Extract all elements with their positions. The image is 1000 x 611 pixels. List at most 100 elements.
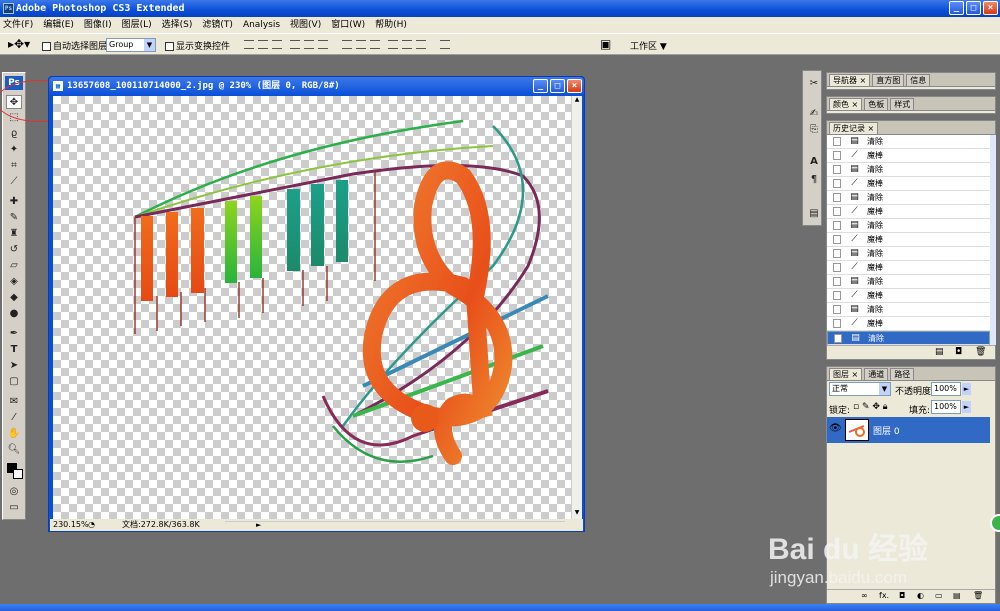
shape-tool-icon[interactable]: ▢ — [6, 375, 22, 389]
close-button[interactable]: × — [983, 1, 998, 15]
link-layers-icon[interactable]: ∞ — [861, 591, 868, 600]
brush-tool-icon[interactable]: ✎ — [6, 211, 22, 225]
menu-file[interactable]: 文件(F) — [3, 17, 39, 33]
layer-style-icon[interactable]: fx. — [879, 591, 889, 600]
history-state[interactable]: ⟋ 魔棒 — [827, 261, 990, 275]
tab-paths[interactable]: 路径 — [890, 368, 915, 380]
tab-channels[interactable]: 通道 — [864, 368, 889, 380]
tab-layers[interactable]: 图层 × — [829, 368, 863, 380]
doc-close-button[interactable]: × — [567, 79, 582, 93]
document-title-bar[interactable]: ▦ 13657608_100110714000_2.jpg @ 230% (图层… — [49, 77, 584, 96]
history-state[interactable]: ▤ 清除 — [827, 275, 990, 289]
brushes-icon[interactable]: ✍ — [806, 107, 822, 121]
tab-color[interactable]: 颜色 × — [829, 98, 863, 110]
distribute-right-icon[interactable] — [416, 40, 426, 49]
delete-state-icon[interactable]: 🗑︎ — [975, 347, 986, 357]
align-top-icon[interactable] — [244, 40, 254, 49]
history-state[interactable]: ▤ 清除 — [827, 219, 990, 233]
history-state[interactable]: ⟋ 魔棒 — [827, 205, 990, 219]
distribute-top-icon[interactable] — [342, 40, 352, 49]
distribute-bottom-icon[interactable] — [370, 40, 380, 49]
distribute-vcenter-icon[interactable] — [356, 40, 366, 49]
history-brush-source-checkbox[interactable] — [833, 291, 841, 300]
workspace-button[interactable]: 工作区 ▼ — [630, 39, 667, 52]
menu-help[interactable]: 帮助(H) — [375, 17, 413, 33]
history-state[interactable]: ▤ 清除 — [827, 247, 990, 261]
menu-layer[interactable]: 图层(L) — [122, 17, 158, 33]
opacity-arrow-icon[interactable]: ► — [962, 383, 971, 395]
history-brush-source-checkbox[interactable] — [833, 151, 841, 160]
history-brush-source-checkbox[interactable] — [833, 235, 841, 244]
move-tool-preset-icon[interactable]: ▸✥▾ — [8, 37, 30, 51]
auto-select-dropdown[interactable]: Group ▼ — [106, 38, 156, 52]
maximize-button[interactable]: □ — [966, 1, 981, 15]
history-brush-source-checkbox[interactable] — [833, 193, 841, 202]
menu-analysis[interactable]: Analysis — [243, 17, 286, 33]
auto-align-icon[interactable] — [440, 40, 450, 49]
menu-image[interactable]: 图像(I) — [84, 17, 118, 33]
align-vcenter-icon[interactable] — [258, 40, 268, 49]
history-state[interactable]: ⟋ 魔棒 — [827, 177, 990, 191]
layer-comps-icon[interactable]: ▤ — [806, 207, 822, 221]
history-brush-source-checkbox[interactable] — [833, 207, 841, 216]
align-right-icon[interactable] — [318, 40, 328, 49]
align-bottom-icon[interactable] — [272, 40, 282, 49]
new-group-icon[interactable]: ▭ — [935, 591, 943, 600]
history-state[interactable]: ⟋ 魔棒 — [827, 233, 990, 247]
tab-swatches[interactable]: 色板 — [864, 98, 889, 110]
history-state[interactable]: ⟋ 魔棒 — [827, 149, 990, 163]
eye-icon[interactable]: 👁︎ — [829, 423, 842, 434]
tab-navigator[interactable]: 导航器 × — [829, 74, 871, 86]
status-menu-icon[interactable]: ◔ — [88, 519, 102, 531]
eyedropper-icon[interactable]: ⁄ — [6, 411, 22, 425]
menu-filter[interactable]: 滤镜(T) — [202, 17, 239, 33]
tab-info[interactable]: 信息 — [906, 74, 931, 86]
history-state[interactable]: ⟋ 魔棒 — [827, 317, 990, 331]
eraser-tool-icon[interactable]: ▱ — [6, 259, 22, 273]
layer-mask-icon[interactable]: ◘ — [899, 591, 905, 600]
fill-arrow-icon[interactable]: ► — [962, 401, 971, 413]
character-icon[interactable]: A — [806, 155, 822, 169]
distribute-hcenter-icon[interactable] — [402, 40, 412, 49]
tool-presets-icon[interactable]: ✂ — [806, 77, 822, 91]
history-state[interactable]: ▤ 清除 — [827, 303, 990, 317]
canvas[interactable] — [53, 96, 571, 519]
quick-mask-icon[interactable]: ◎ — [6, 485, 22, 499]
crop-tool-icon[interactable]: ⌗ — [6, 159, 22, 173]
scroll-down-arrow-icon[interactable]: ▼ — [572, 509, 582, 519]
history-brush-source-checkbox[interactable] — [833, 221, 841, 230]
history-brush-icon[interactable]: ↺ — [6, 243, 22, 257]
tab-histogram[interactable]: 直方图 — [872, 74, 905, 86]
minimize-button[interactable]: _ — [949, 1, 964, 15]
menu-window[interactable]: 窗口(W) — [331, 17, 371, 33]
fill-input[interactable]: 100% — [931, 400, 961, 414]
show-transform-checkbox[interactable] — [165, 42, 174, 51]
history-brush-source-checkbox[interactable] — [833, 319, 841, 328]
dodge-tool-icon[interactable]: ● — [6, 307, 22, 321]
paint-bucket-icon[interactable]: ◈ — [6, 275, 22, 289]
menu-edit[interactable]: 编辑(E) — [43, 17, 80, 33]
new-doc-from-state-icon[interactable]: ▤ — [935, 347, 944, 357]
notes-tool-icon[interactable]: ✉ — [6, 395, 22, 409]
history-state[interactable]: ⟋ 魔棒 — [827, 289, 990, 303]
pen-tool-icon[interactable]: ✒ — [6, 327, 22, 341]
clone-source-icon[interactable]: ⎘ — [806, 123, 822, 137]
history-brush-source-checkbox[interactable] — [833, 249, 841, 258]
zoom-tool-icon[interactable]: 🔍︎ — [6, 443, 22, 457]
lasso-tool-icon[interactable]: ϱ — [6, 127, 22, 141]
lock-icons[interactable]: ▫ ✎ ✥ 🔒︎ — [853, 402, 888, 412]
history-brush-source-checkbox[interactable] — [833, 263, 841, 272]
background-color-swatch[interactable] — [13, 469, 23, 479]
distribute-left-icon[interactable] — [388, 40, 398, 49]
paragraph-icon[interactable]: ¶ — [806, 173, 822, 187]
menu-view[interactable]: 视图(V) — [290, 17, 327, 33]
layer-row[interactable]: 👁︎ 图层 0 — [827, 417, 990, 443]
history-brush-source-checkbox[interactable] — [833, 277, 841, 286]
doc-minimize-button[interactable]: _ — [533, 79, 548, 93]
magic-wand-tool-icon[interactable]: ✦ — [6, 143, 22, 157]
new-layer-icon[interactable]: ▤ — [953, 591, 961, 600]
vertical-scrollbar[interactable]: ▲ ▼ — [571, 96, 582, 519]
clone-stamp-icon[interactable]: ♜ — [6, 227, 22, 241]
blend-mode-select[interactable]: 正常 ▼ — [829, 382, 891, 396]
bridge-icon[interactable]: ▣ — [600, 37, 611, 51]
